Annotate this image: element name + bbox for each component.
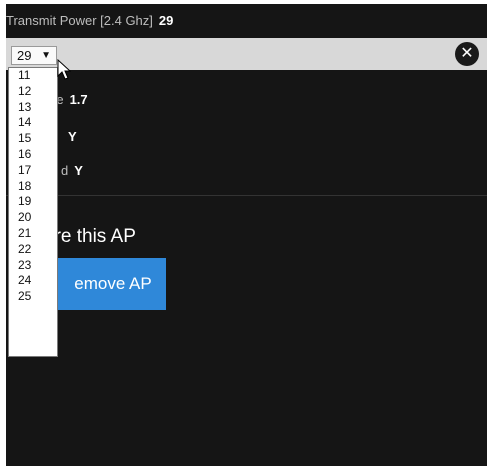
dropdown-option[interactable]: 14: [9, 115, 57, 131]
ap-settings-panel: Transmit Power [2.4 Ghz]29 29 ▼ ✕ re1.7 …: [6, 4, 487, 466]
info-row-value: 1.7: [69, 92, 88, 107]
transmit-power-dropdown-list[interactable]: 11 12 13 14 15 16 17 18 19 20 21 22 23 24 25: [8, 67, 58, 357]
dropdown-option[interactable]: 23: [9, 258, 57, 274]
info-row-label: d: [61, 163, 69, 178]
remove-ap-label: emove AP: [74, 274, 152, 293]
transmit-power-select[interactable]: 29 ▼: [11, 46, 57, 65]
dropdown-option[interactable]: 16: [9, 147, 57, 163]
chevron-down-icon: ▼: [41, 50, 51, 61]
transmit-power-toolbar: 29 ▼ ✕: [6, 38, 487, 70]
dropdown-option[interactable]: 13: [9, 100, 57, 116]
info-row-value: Y: [74, 163, 83, 178]
transmit-power-label: Transmit Power [2.4 Ghz]: [6, 13, 153, 28]
dropdown-option[interactable]: 12: [9, 84, 57, 100]
dropdown-option[interactable]: 15: [9, 131, 57, 147]
dropdown-option[interactable]: 17: [9, 163, 57, 179]
close-icon[interactable]: ✕: [455, 42, 479, 66]
dropdown-option[interactable]: 18: [9, 179, 57, 195]
transmit-power-select-value: 29: [17, 48, 32, 63]
info-row-value: Y: [68, 129, 77, 144]
dropdown-option[interactable]: 19: [9, 194, 57, 210]
dropdown-option[interactable]: 20: [9, 210, 57, 226]
transmit-power-heading: Transmit Power [2.4 Ghz] 29: [6, 12, 173, 30]
transmit-power-value: 29: [158, 13, 174, 28]
dropdown-option[interactable]: 25: [9, 289, 57, 305]
section-divider: [6, 195, 487, 196]
dropdown-option[interactable]: 22: [9, 242, 57, 258]
dropdown-option[interactable]: 21: [9, 226, 57, 242]
mouse-cursor-icon: [57, 59, 71, 80]
dropdown-option[interactable]: 11: [9, 68, 57, 84]
dropdown-option[interactable]: 24: [9, 273, 57, 289]
